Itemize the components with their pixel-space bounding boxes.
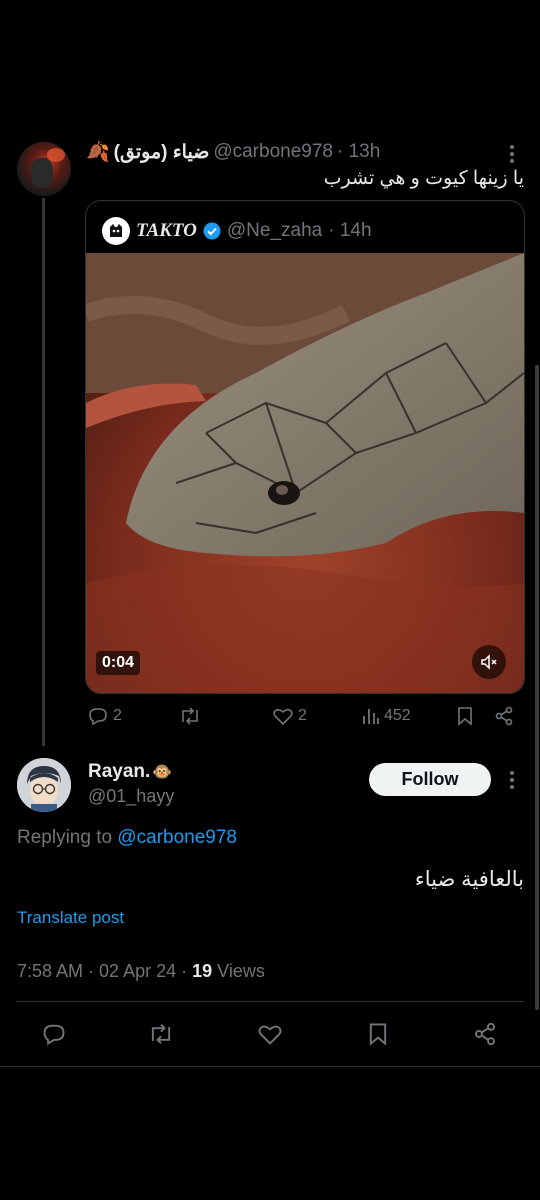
main-bookmark-button[interactable] (367, 1022, 389, 1046)
reply-count: 2 (113, 707, 122, 724)
thread-line (42, 198, 45, 746)
bookmark-icon (367, 1022, 389, 1046)
main-tweet-text: بالعافية ضياء (414, 868, 524, 891)
main-reply-button[interactable] (41, 1022, 67, 1046)
main-author-name[interactable]: Rayan. (88, 761, 150, 783)
translate-post-link[interactable]: Translate post (17, 908, 124, 928)
scrollbar[interactable] (535, 365, 539, 1010)
author-emoji: 🍂 (86, 142, 110, 163)
mute-button[interactable] (472, 645, 506, 679)
quoted-header: TAKTO @Ne_zaha · 14h (136, 217, 372, 245)
video-player[interactable]: 0:04 (86, 253, 524, 693)
views-label: Views (217, 961, 265, 981)
views-button[interactable]: 452 (362, 706, 411, 726)
reply-button[interactable]: 2 (87, 706, 122, 726)
bottom-divider (0, 1066, 540, 1067)
replying-to-line: Replying to @carbone978 (17, 827, 237, 849)
avatar-carbone978[interactable] (17, 142, 71, 196)
main-more-options-icon[interactable] (505, 769, 519, 791)
main-author-emoji: 🐵 (152, 764, 173, 781)
main-retweet-button[interactable] (147, 1022, 175, 1046)
retweet-icon (147, 1022, 175, 1046)
tweet-time[interactable]: · 13h (337, 141, 380, 163)
muted-speaker-icon (481, 654, 497, 670)
replying-prefix: Replying to (17, 827, 113, 848)
main-author-handle[interactable]: @01_hayy (88, 786, 174, 807)
retweet-icon (178, 706, 202, 726)
heart-icon (257, 1022, 283, 1046)
replying-to-link[interactable]: @carbone978 (117, 827, 237, 848)
like-count: 2 (298, 707, 307, 724)
retweet-button[interactable] (178, 706, 202, 726)
share-button[interactable] (494, 706, 514, 726)
divider (16, 1001, 524, 1002)
verified-badge-icon (203, 222, 221, 240)
more-options-icon[interactable] (505, 143, 519, 165)
quoted-author-name: TAKTO (136, 220, 197, 241)
analytics-icon (362, 706, 380, 726)
timestamp-line: 7:58 AM · 02 Apr 24 · 19 Views (17, 961, 265, 982)
author-name[interactable]: ضياء (موتق) (114, 141, 210, 164)
follow-button[interactable]: Follow (369, 763, 491, 796)
avatar-takto (102, 217, 130, 245)
reply-icon (41, 1022, 67, 1046)
reply-icon (87, 706, 109, 726)
main-share-button[interactable] (473, 1022, 497, 1046)
bookmark-icon (456, 706, 474, 726)
share-icon (473, 1022, 497, 1046)
main-like-button[interactable] (257, 1022, 283, 1046)
main-author-line[interactable]: Rayan. 🐵 (88, 761, 172, 783)
quoted-tweet-card[interactable]: TAKTO @Ne_zaha · 14h 0:04 (85, 200, 525, 694)
heart-icon (272, 706, 294, 726)
author-handle[interactable]: @carbone978 (213, 141, 333, 163)
timestamp[interactable]: 7:58 AM · 02 Apr 24 · (17, 961, 192, 981)
video-frame (86, 253, 524, 693)
bookmark-button[interactable] (456, 706, 474, 726)
video-duration: 0:04 (96, 651, 141, 675)
avatar-01-hayy[interactable] (17, 758, 71, 812)
views-count: 452 (384, 707, 411, 724)
tweet-header: 🍂 ضياء (موتق) @carbone978 · 13h (86, 140, 380, 164)
tweet-text: يا زينها كيوت و هي تشرب (323, 168, 524, 189)
quoted-time: · 14h (328, 220, 372, 241)
share-icon (494, 706, 514, 726)
like-button[interactable]: 2 (272, 706, 307, 726)
views-count-bold: 19 (192, 961, 213, 981)
quoted-handle: @Ne_zaha (226, 220, 323, 241)
